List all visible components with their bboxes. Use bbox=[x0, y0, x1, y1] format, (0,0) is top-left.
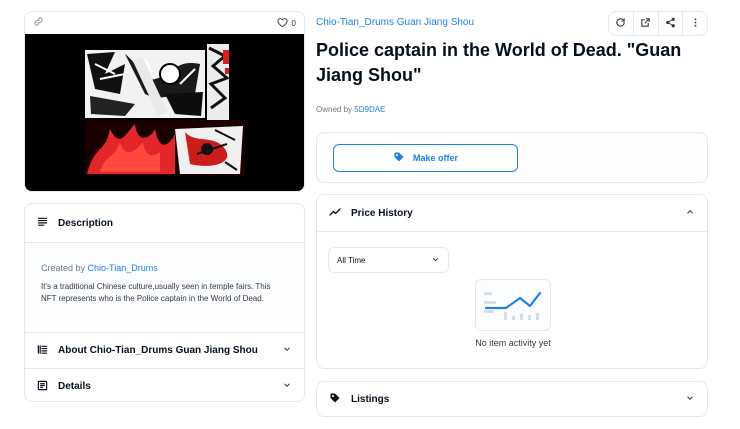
nft-image-card: 0 bbox=[24, 11, 305, 192]
item-title: Police captain in the World of Dead. "Gu… bbox=[316, 40, 682, 85]
time-range-select[interactable]: All Time bbox=[328, 247, 449, 273]
about-icon bbox=[37, 344, 48, 358]
tag-icon bbox=[393, 151, 405, 165]
creator-link[interactable]: Chio-Tian_Drums bbox=[88, 263, 158, 273]
description-accordion: Description Created by Chio-Tian_Drums I… bbox=[24, 203, 305, 402]
empty-activity-text: No item activity yet bbox=[475, 338, 551, 348]
description-header[interactable]: Description bbox=[25, 204, 304, 242]
nft-artwork-image[interactable] bbox=[25, 34, 304, 191]
external-link-button[interactable] bbox=[634, 12, 659, 35]
list-icon bbox=[37, 216, 48, 230]
chevron-down-icon[interactable] bbox=[282, 380, 292, 393]
created-by: Created by Chio-Tian_Drums bbox=[41, 263, 288, 273]
favorite-count: 0 bbox=[291, 18, 296, 28]
more-button[interactable] bbox=[683, 12, 707, 35]
make-offer-label: Make offer bbox=[412, 153, 458, 163]
refresh-icon bbox=[615, 15, 626, 33]
make-offer-button[interactable]: Make offer bbox=[333, 144, 518, 172]
listings-header[interactable]: Listings bbox=[317, 382, 707, 416]
tag-icon bbox=[329, 392, 341, 407]
trend-icon bbox=[329, 206, 341, 221]
description-title: Description bbox=[58, 217, 114, 229]
price-history-header[interactable]: Price History bbox=[317, 195, 707, 231]
details-header[interactable]: Details bbox=[25, 369, 304, 401]
chevron-down-icon bbox=[431, 255, 440, 266]
details-icon bbox=[37, 380, 48, 394]
image-card-topbar: 0 bbox=[25, 12, 304, 34]
heart-icon bbox=[276, 17, 288, 30]
time-range-value: All Time bbox=[337, 255, 366, 265]
link-icon[interactable] bbox=[33, 14, 44, 32]
collection-link[interactable]: Chio-Tian_Drums Guan Jiang Shou bbox=[316, 17, 474, 28]
chevron-up-icon[interactable] bbox=[685, 207, 695, 220]
listings-panel: Listings bbox=[316, 381, 708, 417]
created-by-label: Created by bbox=[41, 263, 86, 273]
share-button[interactable] bbox=[659, 12, 684, 35]
external-link-icon bbox=[640, 15, 651, 33]
about-title: About Chio-Tian_Drums Guan Jiang Shou bbox=[58, 345, 258, 356]
item-toolbar bbox=[608, 11, 708, 36]
about-header[interactable]: About Chio-Tian_Drums Guan Jiang Shou bbox=[25, 333, 304, 368]
empty-chart-illustration bbox=[475, 279, 551, 331]
price-history-title: Price History bbox=[351, 207, 413, 219]
owned-by: Owned by 5D9DAE bbox=[316, 105, 385, 114]
chevron-down-icon[interactable] bbox=[685, 393, 695, 406]
offer-panel: Make offer bbox=[316, 132, 708, 183]
listings-title: Listings bbox=[351, 393, 390, 405]
share-icon bbox=[665, 15, 676, 33]
description-body: Created by Chio-Tian_Drums It's a tradit… bbox=[25, 243, 304, 332]
owned-by-label: Owned by bbox=[316, 105, 353, 114]
owner-link[interactable]: 5D9DAE bbox=[354, 105, 385, 114]
chevron-down-icon[interactable] bbox=[282, 344, 292, 357]
details-title: Details bbox=[58, 381, 91, 392]
price-history-panel: Price History All Time No item activity … bbox=[316, 194, 708, 369]
description-text: It's a traditional Chinese culture,usual… bbox=[41, 282, 271, 303]
more-vertical-icon bbox=[690, 15, 701, 33]
favorite-button[interactable]: 0 bbox=[276, 17, 296, 30]
refresh-button[interactable] bbox=[609, 12, 634, 35]
